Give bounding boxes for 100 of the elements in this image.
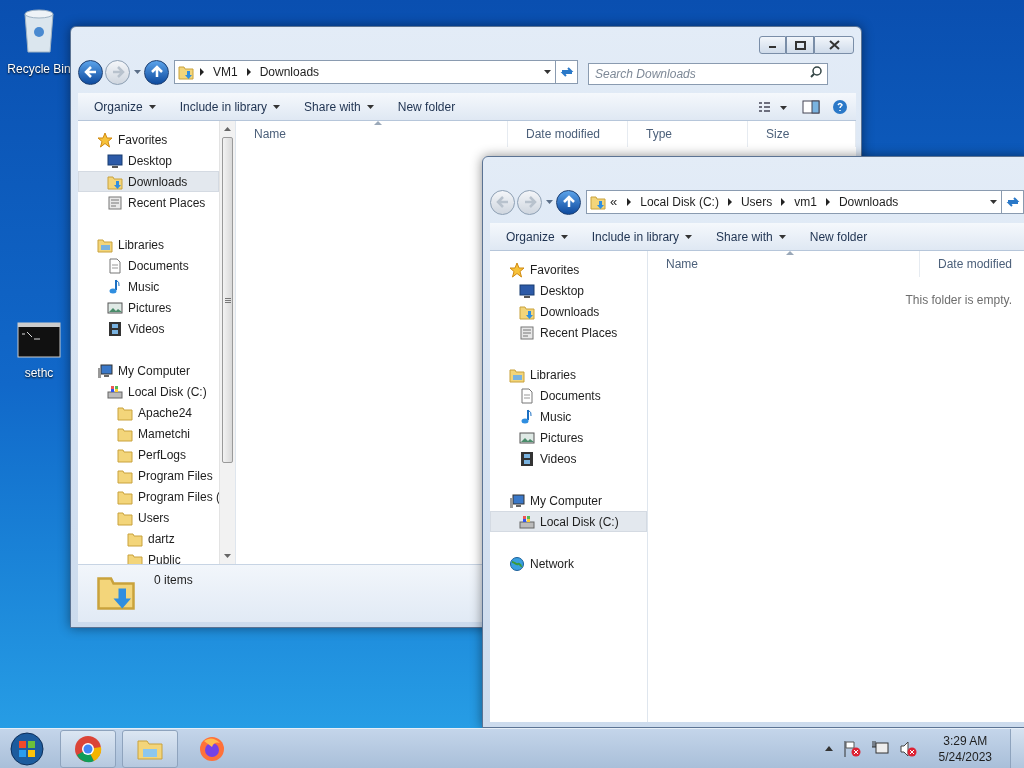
toolbar-button[interactable]: Organize (88, 95, 162, 118)
scroll-up-icon (224, 127, 231, 131)
nav-item[interactable]: Downloads (490, 301, 647, 322)
up-button[interactable] (144, 59, 169, 85)
nav-item[interactable]: Local Disk (C:) (490, 511, 647, 532)
refresh-icon (559, 66, 574, 78)
breadcrumb-overflow-button[interactable]: « (606, 192, 622, 212)
nav-item[interactable]: Recent Places (490, 322, 647, 343)
toolbar-button[interactable]: Include in library (585, 225, 699, 248)
close-button[interactable] (814, 36, 854, 54)
view-list-icon (758, 99, 790, 114)
column-header[interactable]: Type (628, 121, 748, 147)
windows-orb-icon (10, 731, 44, 766)
search-field[interactable]: Search Downloads (588, 63, 828, 85)
chrome-logo-icon (74, 734, 102, 763)
breadcrumb[interactable]: VM1 (210, 63, 241, 81)
nav-item[interactable]: Mametchi (78, 423, 219, 444)
nav-item[interactable]: Local Disk (C:) (78, 381, 219, 402)
nav-item[interactable]: Libraries (490, 364, 647, 385)
breadcrumb[interactable]: vm1 (791, 193, 820, 211)
caret-icon (273, 104, 281, 109)
nav-item[interactable]: Downloads (78, 171, 219, 192)
breadcrumb[interactable]: Downloads (835, 193, 902, 211)
column-header[interactable]: Date modified (508, 121, 628, 147)
nav-item[interactable]: dartz (78, 528, 219, 549)
recent-places-icon (107, 194, 123, 211)
nav-item[interactable]: Documents (490, 385, 647, 406)
caret-icon (545, 200, 553, 204)
star-icon (509, 261, 525, 278)
monitor-icon (107, 152, 123, 169)
film-icon (107, 320, 123, 337)
toolbar-button[interactable]: New folder (803, 225, 874, 248)
nav-item[interactable]: My Computer (490, 490, 647, 511)
computer-icon (97, 362, 113, 379)
caret-icon (543, 70, 551, 74)
recycle-bin-icon (21, 8, 57, 54)
nav-item[interactable]: Videos (78, 318, 219, 339)
column-header[interactable]: Size (748, 121, 856, 147)
recent-places-icon (519, 324, 535, 341)
toolbar-button[interactable]: Share with (710, 225, 792, 248)
scrollbar-thumb[interactable] (222, 137, 233, 463)
up-arrow-icon (149, 65, 164, 79)
nav-item[interactable]: Desktop (490, 280, 647, 301)
picture-icon (519, 429, 535, 446)
left-arrow-icon (495, 195, 510, 209)
caret-icon (148, 104, 156, 109)
nav-item[interactable]: My Computer (78, 360, 219, 381)
nav-item[interactable]: Music (78, 276, 219, 297)
nav-item[interactable]: Favorites (78, 129, 219, 150)
computer-icon (509, 492, 525, 509)
nav-item[interactable]: Pictures (490, 427, 647, 448)
document-icon (107, 257, 123, 274)
action-center-button[interactable] (842, 738, 861, 759)
nav-item[interactable]: PerfLogs (78, 444, 219, 465)
back-button[interactable] (78, 59, 103, 85)
toolbar-button[interactable]: Organize (500, 225, 574, 248)
nav-item[interactable]: Documents (78, 255, 219, 276)
help-icon (832, 99, 848, 114)
maximize-button[interactable] (786, 36, 814, 54)
nav-item[interactable]: Music (490, 406, 647, 427)
caret-up-icon (824, 746, 833, 751)
nav-item[interactable]: Videos (490, 448, 647, 469)
nav-item[interactable]: Apache24 (78, 402, 219, 423)
left-arrow-icon (83, 65, 98, 79)
nav-item[interactable]: Network (490, 553, 647, 574)
breadcrumb[interactable]: Local Disk (C:) (637, 193, 722, 211)
folder-arrow-icon (178, 64, 194, 80)
breadcrumb[interactable]: Downloads (256, 63, 323, 81)
star-icon (97, 131, 113, 148)
column-header[interactable]: Date modified (920, 251, 1024, 277)
nav-item[interactable]: Program Files (78, 465, 219, 486)
folder-arrow-icon (519, 303, 535, 320)
right-arrow-icon (110, 65, 125, 79)
nav-item[interactable]: Public (78, 549, 219, 564)
folder-arrow-icon (107, 173, 123, 190)
nav-item[interactable]: Desktop (78, 150, 219, 171)
speaker-muted-icon (898, 739, 917, 758)
folder-icon (117, 404, 133, 421)
clock[interactable]: 3:29 AM 5/24/2023 (938, 732, 992, 765)
document-icon (519, 387, 535, 404)
toolbar-button[interactable]: New folder (391, 95, 462, 118)
caret-icon (778, 234, 786, 239)
toolbar-button[interactable]: Share with (298, 95, 380, 118)
taskbar-app-button[interactable] (60, 729, 116, 768)
nav-item[interactable]: Pictures (78, 297, 219, 318)
close-icon (827, 40, 841, 50)
nav-item[interactable]: Favorites (490, 259, 647, 280)
monitor-icon (519, 282, 535, 299)
toolbar-button[interactable]: Include in library (173, 95, 287, 118)
breadcrumb[interactable]: Users (737, 193, 776, 211)
picture-icon (107, 299, 123, 316)
scrollbar[interactable] (219, 121, 235, 564)
nav-item[interactable]: Users (78, 507, 219, 528)
disk-drive-icon (107, 383, 123, 400)
minimize-button[interactable] (759, 36, 786, 54)
item-count: 0 items (154, 572, 193, 589)
scroll-down-icon (224, 554, 231, 558)
up-button[interactable] (556, 189, 581, 215)
nav-item[interactable]: Recent Places (78, 192, 219, 213)
nav-item[interactable]: Libraries (78, 234, 219, 255)
